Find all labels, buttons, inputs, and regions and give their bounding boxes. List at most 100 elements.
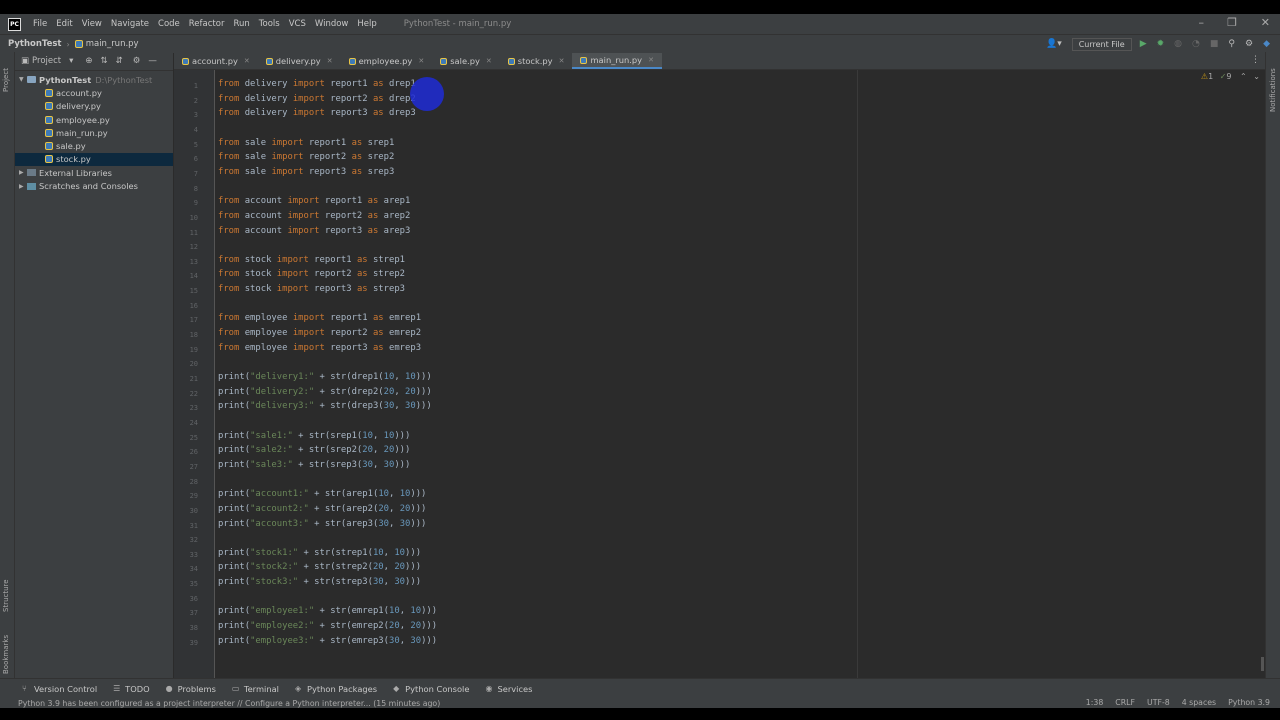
problems-button[interactable]: ● Problems — [166, 684, 216, 694]
code-line[interactable]: from stock import report1 as strep1 — [218, 255, 405, 265]
locate-icon[interactable]: ⊕ — [85, 56, 92, 66]
tree-root[interactable]: ▼ PythonTest D:\PythonTest — [15, 73, 173, 86]
code-line[interactable]: print("account3:" + str(arep3(30, 30))) — [218, 519, 426, 529]
caret-position[interactable]: 1:38 — [1086, 698, 1104, 707]
code-line[interactable]: from account import report3 as arep3 — [218, 226, 410, 236]
profile-icon[interactable]: ◔ — [1192, 39, 1200, 49]
chevron-down-icon[interactable]: ⌄ — [1253, 72, 1260, 81]
version-control-button[interactable]: ⑂ Version Control — [22, 684, 97, 694]
close-icon[interactable]: ✕ — [327, 57, 333, 65]
tab-sale[interactable]: sale.py ✕ — [432, 53, 500, 69]
code-line[interactable]: print("account1:" + str(arep1(10, 10))) — [218, 489, 426, 499]
bookmarks-tool-label[interactable]: Bookmarks — [2, 635, 10, 674]
python-interpreter[interactable]: Python 3.9 — [1228, 698, 1270, 707]
breadcrumb-file[interactable]: main_run.py — [86, 39, 139, 49]
code-line[interactable]: print("account2:" + str(arep2(20, 20))) — [218, 504, 426, 514]
code-line[interactable]: print("stock1:" + str(strep1(10, 10))) — [218, 548, 421, 558]
code-line[interactable]: from employee import report3 as emrep3 — [218, 343, 421, 353]
code-line[interactable]: print("sale2:" + str(srep2(20, 20))) — [218, 445, 410, 455]
code-line[interactable]: print("employee1:" + str(emrep1(10, 10))… — [218, 606, 437, 616]
chevron-up-icon[interactable]: ⌃ — [1240, 72, 1247, 81]
debug-icon[interactable]: ✹ — [1157, 39, 1165, 49]
project-view-label[interactable]: Project — [32, 56, 61, 66]
close-icon[interactable]: ✕ — [418, 57, 424, 65]
menu-refactor[interactable]: Refactor — [189, 19, 225, 29]
close-icon[interactable]: ✕ — [486, 57, 492, 65]
chevron-down-icon[interactable]: ▼ — [19, 76, 27, 83]
tab-account[interactable]: account.py ✕ — [174, 53, 258, 69]
run-icon[interactable]: ▶ — [1140, 39, 1147, 49]
code-line[interactable]: print("sale1:" + str(srep1(10, 10))) — [218, 431, 410, 441]
code-line[interactable]: print("employee3:" + str(emrep3(30, 30))… — [218, 636, 437, 646]
project-tool-label[interactable]: Project — [2, 68, 10, 92]
close-icon[interactable]: ✕ — [559, 57, 565, 65]
tab-main-run[interactable]: main_run.py ✕ — [572, 53, 662, 69]
hide-panel-icon[interactable]: — — [148, 56, 157, 66]
menu-tools[interactable]: Tools — [259, 19, 280, 29]
notifications-tool-label[interactable]: Notifications — [1269, 68, 1277, 112]
menu-code[interactable]: Code — [158, 19, 180, 29]
code-line[interactable]: from stock import report3 as strep3 — [218, 284, 405, 294]
code-line[interactable]: from sale import report1 as srep1 — [218, 138, 394, 148]
code-editor[interactable]: 1 2 3 4 5 6 7 8 9 10 11 12 13 14 15 16 17 18 19 20 21 22 23 24 2… — [174, 70, 1266, 678]
code-line[interactable]: print("delivery3:" + str(drep3(30, 30))) — [218, 401, 432, 411]
code-line[interactable]: from account import report2 as arep2 — [218, 211, 410, 221]
code-line[interactable]: from stock import report2 as strep2 — [218, 269, 405, 279]
settings-icon[interactable]: ⚙ — [1245, 39, 1253, 49]
menu-run[interactable]: Run — [233, 19, 249, 29]
menu-help[interactable]: Help — [357, 19, 376, 29]
plugin-icon[interactable]: ◆ — [1263, 39, 1270, 49]
code-line[interactable]: print("stock3:" + str(strep3(30, 30))) — [218, 577, 421, 587]
close-icon[interactable]: ✕ — [244, 57, 250, 65]
close-window-icon[interactable]: ✕ — [1261, 16, 1270, 29]
tab-employee[interactable]: employee.py ✕ — [341, 53, 433, 69]
editor-scrollbar[interactable] — [1261, 657, 1264, 671]
code-line[interactable]: from delivery import report1 as drep1 — [218, 79, 416, 89]
menu-view[interactable]: View — [82, 19, 102, 29]
menu-edit[interactable]: Edit — [56, 19, 72, 29]
minimize-icon[interactable]: – — [1199, 16, 1205, 29]
menu-navigate[interactable]: Navigate — [111, 19, 149, 29]
structure-tool-label[interactable]: Structure — [2, 579, 10, 612]
file-encoding[interactable]: UTF-8 — [1147, 698, 1170, 707]
gear-icon[interactable]: ⚙ — [133, 56, 141, 66]
close-icon[interactable]: ✕ — [648, 56, 654, 64]
restore-icon[interactable]: ❐ — [1227, 16, 1237, 29]
chevron-right-icon[interactable]: ▶ — [19, 183, 27, 190]
menu-vcs[interactable]: VCS — [289, 19, 306, 29]
code-line[interactable]: print("delivery1:" + str(drep1(10, 10))) — [218, 372, 432, 382]
code-line[interactable]: print("stock2:" + str(strep2(20, 20))) — [218, 562, 421, 572]
coverage-icon[interactable]: ◍ — [1174, 39, 1182, 49]
tree-file[interactable]: employee.py — [15, 113, 173, 126]
user-icon[interactable]: 👤▾ — [1046, 39, 1062, 49]
chevron-right-icon[interactable]: ▶ — [19, 169, 27, 176]
tree-external-libraries[interactable]: ▶ External Libraries — [15, 166, 173, 179]
tree-file[interactable]: main_run.py — [15, 126, 173, 139]
tree-file[interactable]: sale.py — [15, 139, 173, 152]
code-line[interactable]: print("sale3:" + str(srep3(30, 30))) — [218, 460, 410, 470]
python-packages-button[interactable]: ◈ Python Packages — [295, 684, 377, 694]
terminal-button[interactable]: ▭ Terminal — [232, 684, 279, 694]
stop-icon[interactable]: ■ — [1210, 39, 1219, 49]
tree-file[interactable]: delivery.py — [15, 100, 173, 113]
line-separator[interactable]: CRLF — [1115, 698, 1135, 707]
indent-setting[interactable]: 4 spaces — [1182, 698, 1216, 707]
collapse-all-icon[interactable]: ⇵ — [116, 56, 123, 66]
status-message[interactable]: Python 3.9 has been configured as a proj… — [18, 699, 440, 708]
code-line[interactable]: print("delivery2:" + str(drep2(20, 20))) — [218, 387, 432, 397]
tree-file[interactable]: account.py — [15, 86, 173, 99]
code-line[interactable]: from account import report1 as arep1 — [218, 196, 410, 206]
expand-all-icon[interactable]: ⇅ — [101, 56, 108, 66]
todo-button[interactable]: ☰ TODO — [113, 684, 150, 694]
code-line[interactable]: from delivery import report2 as drep2 — [218, 94, 416, 104]
inspection-indicators[interactable]: ⚠1 ✓9 ⌃ ⌄ — [1201, 72, 1260, 81]
code-line[interactable]: from delivery import report3 as drep3 — [218, 108, 416, 118]
services-button[interactable]: ◉ Services — [485, 684, 532, 694]
menu-file[interactable]: File — [33, 19, 47, 29]
code-line[interactable]: from employee import report2 as emrep2 — [218, 328, 421, 338]
search-icon[interactable]: ⚲ — [1228, 39, 1235, 49]
menu-window[interactable]: Window — [315, 19, 349, 29]
tree-file-selected[interactable]: stock.py — [15, 152, 173, 167]
more-options-icon[interactable]: ⋮ — [1251, 55, 1260, 65]
python-console-button[interactable]: ◆ Python Console — [393, 684, 469, 694]
